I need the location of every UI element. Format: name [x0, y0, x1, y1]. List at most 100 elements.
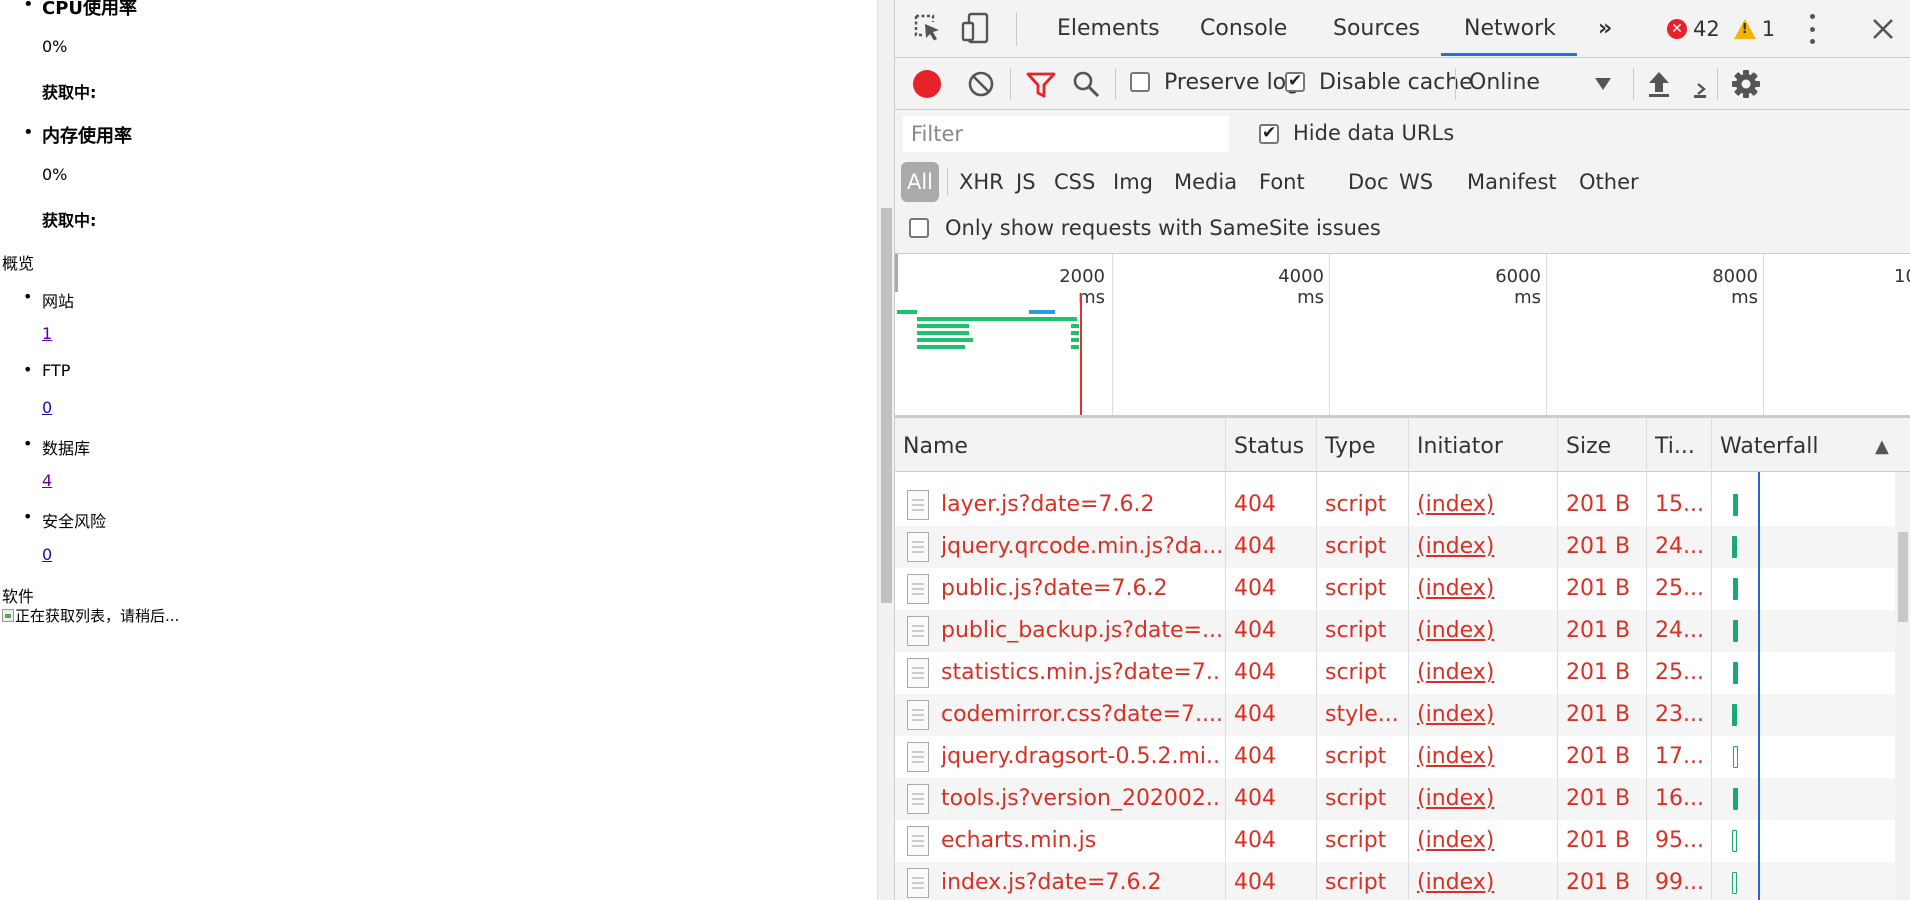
cell-time: 16... — [1655, 786, 1704, 811]
column-divider[interactable] — [1316, 418, 1317, 900]
filter-icon[interactable] — [1026, 71, 1056, 99]
tab-console[interactable]: Console — [1200, 16, 1287, 41]
cell-status: 404 — [1234, 660, 1276, 685]
devtools-menu-icon[interactable] — [1809, 14, 1815, 44]
table-row[interactable]: jquery.dragsort-0.5.2.mi... 404 script (ind… — [895, 736, 1895, 778]
overview-item-label: 数据库 — [23, 434, 90, 459]
import-har-icon[interactable] — [1646, 70, 1672, 98]
column-divider[interactable] — [1711, 418, 1712, 900]
table-row[interactable] — [895, 456, 1895, 470]
column-divider[interactable] — [1408, 418, 1409, 900]
device-toolbar-icon[interactable] — [961, 12, 993, 44]
overview-heading: 概览 — [2, 254, 35, 273]
column-divider[interactable] — [1646, 418, 1647, 900]
cell-initiator[interactable]: (index) — [1417, 786, 1555, 811]
tab-elements[interactable]: Elements — [1057, 16, 1160, 41]
preserve-log-checkbox[interactable] — [1130, 72, 1150, 92]
timeline-label: 6000 ms — [1495, 266, 1541, 308]
cell-initiator[interactable]: (index) — [1417, 534, 1555, 559]
type-filter-font[interactable]: Font — [1259, 162, 1305, 202]
page-scrollbar-thumb[interactable] — [881, 208, 892, 603]
sort-ascending-icon[interactable]: ▲ — [1875, 436, 1889, 457]
grid-line — [1546, 254, 1547, 415]
search-icon[interactable] — [1072, 70, 1100, 98]
file-icon — [907, 784, 929, 814]
type-filter-manifest[interactable]: Manifest — [1467, 162, 1557, 202]
waterfall-bar — [1733, 662, 1738, 684]
overview-item-count-link[interactable]: 0 — [42, 545, 52, 564]
cell-initiator[interactable]: (index) — [1417, 492, 1555, 517]
close-icon[interactable] — [1871, 17, 1895, 41]
column-divider[interactable] — [1557, 418, 1558, 900]
type-filter-img[interactable]: Img — [1113, 162, 1153, 202]
cell-type: script — [1325, 828, 1387, 853]
tab-network[interactable]: Network — [1464, 16, 1556, 41]
cell-initiator[interactable]: (index) — [1417, 660, 1555, 685]
cell-initiator[interactable]: (index) — [1417, 828, 1555, 853]
hide-data-urls-checkbox[interactable] — [1259, 123, 1279, 144]
network-toolbar: Preserve log Disable cache Online — [895, 58, 1910, 110]
cell-name: public.js?date=7.6.2 — [941, 576, 1168, 601]
samesite-checkbox[interactable] — [909, 218, 929, 238]
clear-icon[interactable] — [967, 70, 995, 98]
cell-size: 201 B — [1566, 492, 1631, 517]
software-loading: 正在获取列表，请稍后... — [2, 605, 179, 626]
type-filter-js[interactable]: JS — [1016, 162, 1036, 202]
waterfall-bar — [1733, 494, 1738, 516]
overview-item-count-link[interactable]: 0 — [42, 398, 52, 417]
cell-initiator[interactable]: (index) — [1417, 702, 1555, 727]
table-scrollbar-thumb[interactable] — [1898, 532, 1908, 622]
table-row[interactable]: layer.js?date=7.6.2 404 script (index) 201 B… — [895, 484, 1895, 526]
cell-type: script — [1325, 492, 1387, 517]
type-filter-doc[interactable]: Doc — [1348, 162, 1389, 202]
table-row[interactable]: index.js?date=7.6.2 404 script (index) 201 B… — [895, 862, 1895, 900]
overview-item-count-link[interactable]: 4 — [42, 471, 52, 490]
table-row[interactable]: tools.js?version_202002... 404 script (inde… — [895, 778, 1895, 820]
gear-icon[interactable] — [1731, 69, 1761, 99]
disable-cache-label: Disable cache — [1319, 70, 1473, 95]
cell-initiator[interactable]: (index) — [1417, 576, 1555, 601]
more-tabs-icon[interactable]: » — [1598, 16, 1612, 41]
network-overview-timeline[interactable]: 2000 ms 4000 ms 6000 ms 8000 ms 10 — [895, 254, 1910, 418]
hide-data-urls-label: Hide data URLs — [1293, 121, 1455, 145]
inspect-element-icon[interactable] — [913, 13, 943, 43]
software-loading-text: 正在获取列表，请稍后... — [15, 607, 180, 625]
cell-name: jquery.dragsort-0.5.2.mi... — [941, 744, 1221, 769]
type-filter-ws[interactable]: WS — [1399, 162, 1433, 202]
disable-cache-checkbox[interactable] — [1285, 71, 1305, 92]
table-row[interactable]: public_backup.js?date=... 404 script (index… — [895, 610, 1895, 652]
type-filter-xhr[interactable]: XHR — [959, 162, 1004, 202]
cell-size: 201 B — [1566, 534, 1631, 559]
throttling-select[interactable]: Online — [1469, 70, 1611, 100]
overview-left-handle[interactable] — [895, 254, 898, 292]
cell-initiator[interactable]: (index) — [1417, 618, 1555, 643]
table-scrollbar[interactable] — [1895, 472, 1910, 900]
record-icon[interactable] — [913, 70, 941, 98]
column-divider[interactable] — [1225, 418, 1226, 900]
table-row[interactable]: statistics.min.js?date=7.... 404 script (in… — [895, 652, 1895, 694]
issues-counter[interactable]: ✕ 42 ! 1 — [1667, 17, 1775, 41]
export-har-icon[interactable] — [1694, 72, 1706, 98]
page-scrollbar[interactable] — [877, 0, 894, 900]
type-filter-all[interactable]: All — [901, 162, 939, 202]
toolbar-separator — [1455, 68, 1456, 100]
active-tab-indicator — [1441, 53, 1577, 56]
software-heading: 软件 — [2, 587, 35, 606]
table-row[interactable]: public.js?date=7.6.2 404 script (index) 201 … — [895, 568, 1895, 610]
tab-sources[interactable]: Sources — [1333, 16, 1420, 41]
grid-line — [1763, 254, 1764, 415]
type-filter-other[interactable]: Other — [1579, 162, 1639, 202]
type-filter-css[interactable]: CSS — [1054, 162, 1095, 202]
type-filter-media[interactable]: Media — [1174, 162, 1237, 202]
cell-initiator[interactable]: (index) — [1417, 870, 1555, 895]
table-row[interactable]: echarts.min.js 404 script (index) 201 B 95... — [895, 820, 1895, 862]
table-row[interactable]: codemirror.css?date=7.... 404 style... (ind… — [895, 694, 1895, 736]
cell-initiator[interactable]: (index) — [1417, 744, 1555, 769]
cell-time: 24... — [1655, 534, 1704, 559]
cell-status: 404 — [1234, 702, 1276, 727]
overview-item-count-link[interactable]: 1 — [42, 324, 52, 343]
table-row[interactable]: jquery.qrcode.min.js?da... 404 script (inde… — [895, 526, 1895, 568]
filter-input[interactable] — [903, 116, 1229, 152]
load-event-line — [1080, 294, 1082, 415]
timeline-label: 10 — [1894, 266, 1910, 287]
